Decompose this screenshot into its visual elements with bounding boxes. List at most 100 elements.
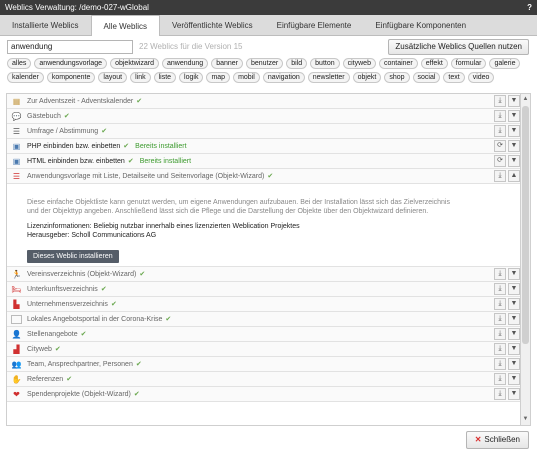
download-icon[interactable]: ⤓	[494, 170, 506, 182]
tab-installed[interactable]: Installierte Weblics	[0, 15, 91, 36]
install-weblic-button[interactable]: Dieses Weblic installieren	[27, 250, 119, 263]
tag-benutzer[interactable]: benutzer	[246, 58, 284, 69]
expand-icon[interactable]: ▼	[508, 343, 520, 355]
tag-container[interactable]: container	[378, 58, 418, 69]
verified-check-icon: ✔	[54, 346, 61, 353]
download-icon[interactable]: ⤓	[494, 358, 506, 370]
list-item-title: Anwendungsvorlage mit Liste, Detailseite…	[27, 173, 265, 180]
detail-license: Lizenzinformationen: Beliebig nutzbar in…	[27, 223, 300, 230]
list-item[interactable]: Lokales Angebotsportal in der Corona-Kri…	[7, 312, 520, 327]
tag-alles[interactable]: alles	[7, 58, 32, 69]
tab-insertable-elements[interactable]: Einfügbare Elemente	[265, 15, 364, 36]
verified-check-icon: ✔	[80, 331, 87, 338]
tag-newsletter[interactable]: newsletter	[307, 72, 350, 83]
scrollbar-thumb[interactable]	[522, 106, 529, 344]
result-count: 22 Weblics für die Version 15	[139, 42, 243, 51]
download-icon[interactable]: ⤓	[494, 328, 506, 340]
tab-all[interactable]: Alle Weblics	[90, 15, 160, 36]
tag-anwendung[interactable]: anwendung	[162, 58, 209, 69]
download-icon[interactable]: ⤓	[494, 283, 506, 295]
tag-navigation[interactable]: navigation	[262, 72, 305, 83]
tag-layout[interactable]: layout	[98, 72, 128, 83]
list-item[interactable]: 👤 Stellenangebote ✔ ⤓ ▼	[7, 327, 520, 342]
collapse-icon[interactable]: ▲	[508, 170, 520, 182]
tag-banner[interactable]: banner	[211, 58, 243, 69]
download-icon[interactable]: ⤓	[494, 110, 506, 122]
tag-effekt[interactable]: effekt	[420, 58, 448, 69]
reinstall-icon[interactable]: ⟳	[494, 155, 506, 167]
download-icon[interactable]: ⤓	[494, 298, 506, 310]
download-icon[interactable]: ⤓	[494, 313, 506, 325]
tag-text[interactable]: text	[443, 72, 465, 83]
list-item[interactable]: ✋ Referenzen ✔ ⤓ ▼	[7, 372, 520, 387]
expand-icon[interactable]: ▼	[508, 313, 520, 325]
list-item[interactable]: ▙ Unternehmensverzeichnis ✔ ⤓ ▼	[7, 297, 520, 312]
download-icon[interactable]: ⤓	[494, 268, 506, 280]
help-icon[interactable]: ?	[527, 0, 532, 15]
list-item[interactable]: ▣ PHP einbinden bzw. einbetten ✔ Bereits in…	[7, 139, 520, 154]
list-item[interactable]: ☰ Umfrage / Abstimmung ✔ ⤓ ▼	[7, 124, 520, 139]
list-item-label: PHP einbinden bzw. einbetten ✔ Bereits ins…	[27, 139, 187, 154]
download-icon[interactable]: ⤓	[494, 125, 506, 137]
list-item-label: Stellenangebote ✔	[27, 327, 86, 342]
expand-icon[interactable]: ▼	[508, 298, 520, 310]
tag-komponente[interactable]: komponente	[46, 72, 96, 83]
php-icon: ▣	[12, 142, 21, 151]
download-icon[interactable]: ⤓	[494, 343, 506, 355]
list-item-label: Spendenprojekte (Objekt-Wizard) ✔	[27, 387, 140, 402]
tag-social[interactable]: social	[412, 72, 441, 83]
list-item[interactable]: ▣ HTML einbinden bzw. einbetten ✔ Bereits i…	[7, 154, 520, 169]
list-item[interactable]: ▟ Cityweb ✔ ⤓ ▼	[7, 342, 520, 357]
list-item[interactable]: 🏃 Vereinsverzeichnis (Objekt-Wizard) ✔ ⤓ ▼	[7, 267, 520, 282]
list-item[interactable]: ❤ Spendenprojekte (Objekt-Wizard) ✔ ⤓ ▼	[7, 387, 520, 402]
list-item[interactable]: ☰ Anwendungsvorlage mit Liste, Detailseit…	[7, 169, 520, 184]
expand-icon[interactable]: ▼	[508, 283, 520, 295]
tag-mobil[interactable]: mobil	[233, 72, 260, 83]
tag-map[interactable]: map	[206, 72, 231, 83]
tag-link[interactable]: link	[130, 72, 151, 83]
tag-galerie[interactable]: galerie	[489, 58, 521, 69]
list-item-label: Unterkunftsverzeichnis ✔	[27, 282, 107, 297]
expand-icon[interactable]: ▼	[508, 95, 520, 107]
tag-formular[interactable]: formular	[450, 58, 487, 69]
list-item-label: Gästebuch ✔	[27, 109, 70, 124]
close-button-label: Schließen	[484, 435, 520, 444]
tag-logik[interactable]: logik	[179, 72, 204, 83]
download-icon[interactable]: ⤓	[494, 388, 506, 400]
tab-published[interactable]: Veröffentlichte Weblics	[160, 15, 265, 36]
tag-bild[interactable]: bild	[286, 58, 308, 69]
expand-icon[interactable]: ▼	[508, 358, 520, 370]
list-scrollbar[interactable]: ▲ ▼	[521, 93, 531, 426]
download-icon[interactable]: ⤓	[494, 95, 506, 107]
expand-icon[interactable]: ▼	[508, 328, 520, 340]
weblic-list: ▦ Zur Adventszeit - Adventskalender ✔ ⤓ ▼ 💬 Gä…	[6, 93, 521, 426]
expand-icon[interactable]: ▼	[508, 268, 520, 280]
expand-icon[interactable]: ▼	[508, 125, 520, 137]
search-input[interactable]: anwendung	[7, 40, 133, 54]
list-item[interactable]: 🛏 Unterkunftsverzeichnis ✔ ⤓ ▼	[7, 282, 520, 297]
tab-insertable-components[interactable]: Einfügbare Komponenten	[363, 15, 478, 36]
sources-button[interactable]: Zusätzliche Weblics Quellen nutzen	[388, 39, 529, 55]
tag-video[interactable]: video	[467, 72, 495, 83]
expand-icon[interactable]: ▼	[508, 110, 520, 122]
expand-icon[interactable]: ▼	[508, 140, 520, 152]
tag-anwendungsvorlage[interactable]: anwendungsvorlage	[34, 58, 108, 69]
list-item[interactable]: ▦ Zur Adventszeit - Adventskalender ✔ ⤓ ▼	[7, 94, 520, 109]
tag-cityweb[interactable]: cityweb	[342, 58, 376, 69]
tag-objektwizard[interactable]: objektwizard	[110, 58, 159, 69]
tag-kalender[interactable]: kalender	[7, 72, 44, 83]
expand-icon[interactable]: ▼	[508, 155, 520, 167]
expand-icon[interactable]: ▼	[508, 388, 520, 400]
tag-shop[interactable]: shop	[384, 72, 410, 83]
list-item[interactable]: 💬 Gästebuch ✔ ⤓ ▼	[7, 109, 520, 124]
list-item[interactable]: 👥 Team, Ansprechpartner, Personen ✔ ⤓ ▼	[7, 357, 520, 372]
tag-liste[interactable]: liste	[153, 72, 177, 83]
expand-icon[interactable]: ▼	[508, 373, 520, 385]
scroll-up-icon[interactable]: ▲	[521, 95, 530, 104]
reinstall-icon[interactable]: ⟳	[494, 140, 506, 152]
close-button[interactable]: ✕ Schließen	[465, 431, 529, 449]
tag-objekt[interactable]: objekt	[352, 72, 382, 83]
scroll-down-icon[interactable]: ▼	[521, 415, 530, 424]
download-icon[interactable]: ⤓	[494, 373, 506, 385]
tag-button[interactable]: button	[310, 58, 340, 69]
